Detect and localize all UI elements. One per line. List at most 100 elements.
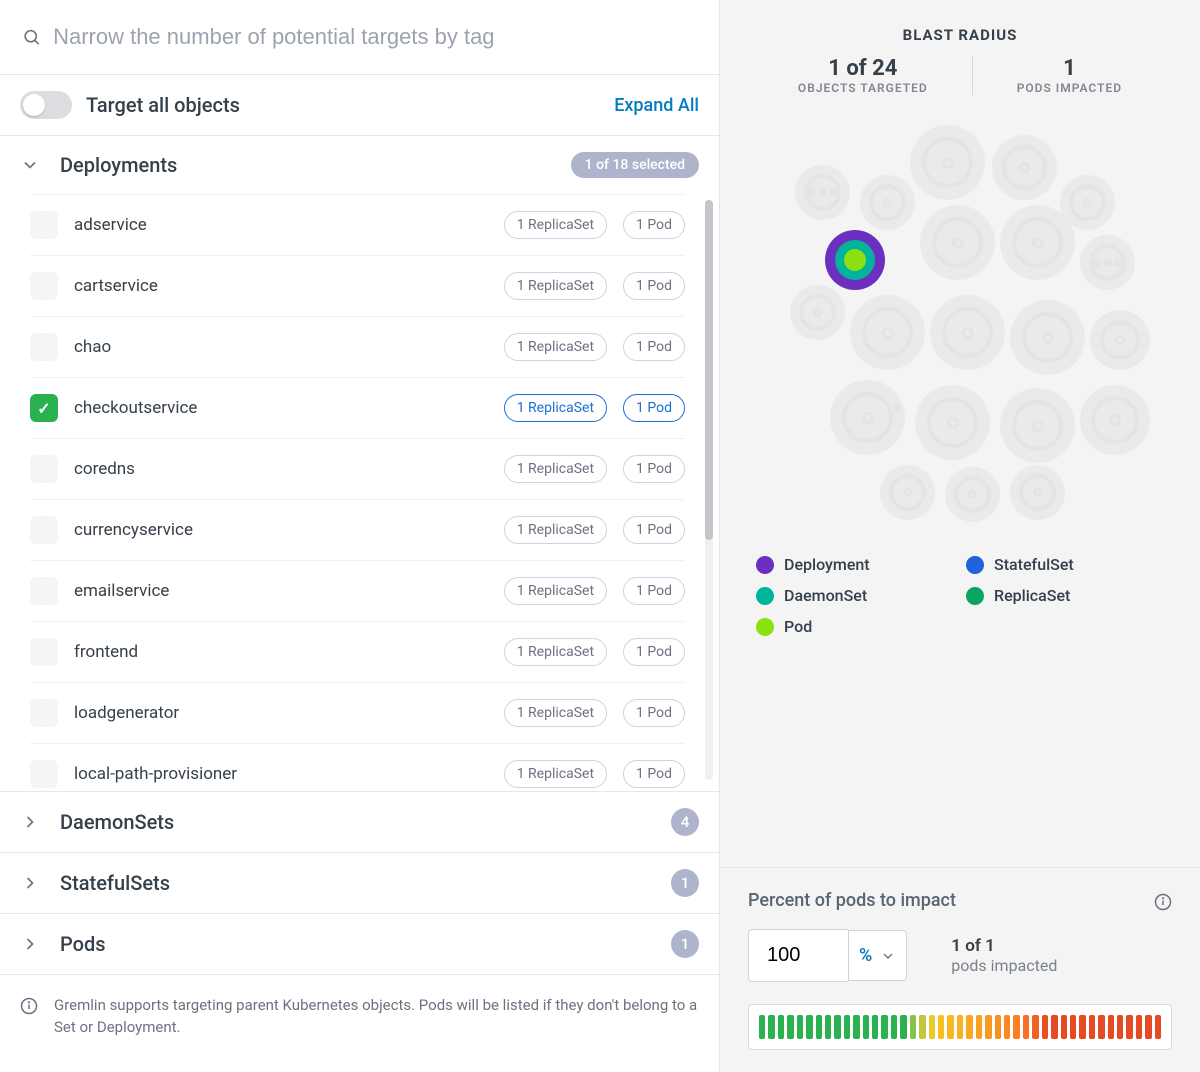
legend-label: ReplicaSet — [994, 586, 1070, 605]
deployments-section-header[interactable]: Deployments 1 of 18 selected — [0, 136, 719, 194]
checkbox[interactable] — [30, 455, 58, 483]
gradient-segment — [863, 1015, 869, 1039]
pod-tag: 1 Pod — [623, 760, 685, 788]
viz-node — [1010, 465, 1065, 520]
checkbox[interactable] — [30, 516, 58, 544]
expand-all-link[interactable]: Expand All — [614, 95, 699, 116]
pods-impacted-stat: 1 PODS IMPACTED — [973, 56, 1166, 95]
item-name: adservice — [74, 215, 488, 235]
item-name: currencyservice — [74, 520, 488, 540]
info-icon — [20, 997, 38, 1015]
gradient-segment — [1042, 1015, 1048, 1039]
chevron-right-icon — [20, 934, 40, 954]
list-item: cartservice 1 ReplicaSet 1 Pod — [30, 256, 685, 317]
gradient-segment — [1023, 1015, 1029, 1039]
pod-tag: 1 Pod — [623, 516, 685, 544]
legend-label: Deployment — [784, 555, 870, 574]
legend-label: DaemonSet — [784, 586, 867, 605]
gradient-segment — [929, 1015, 935, 1039]
search-input[interactable] — [53, 24, 697, 50]
checkbox[interactable] — [30, 638, 58, 666]
impact-label: Percent of pods to impact — [748, 890, 1154, 911]
gradient-segment — [778, 1015, 784, 1039]
list-item: coredns 1 ReplicaSet 1 Pod — [30, 439, 685, 500]
gradient-segment — [919, 1015, 925, 1039]
count-badge: 1 — [671, 930, 699, 958]
scrollbar[interactable] — [705, 200, 713, 780]
stat-label: OBJECTS TARGETED — [798, 81, 928, 95]
gradient-segment — [1108, 1015, 1114, 1039]
legend-item: DaemonSet — [756, 586, 906, 605]
info-icon[interactable] — [1154, 893, 1172, 911]
gradient-segment — [910, 1015, 916, 1039]
pod-tag: 1 Pod — [623, 211, 685, 239]
stat-number: 1 of 24 — [798, 56, 928, 81]
checkbox[interactable] — [30, 577, 58, 605]
item-name: checkoutservice — [74, 398, 488, 418]
legend: Deployment StatefulSet DaemonSet Replica… — [720, 535, 1200, 656]
impact-result-label: pods impacted — [951, 956, 1057, 975]
gradient-segment — [1155, 1015, 1161, 1039]
impact-unit-select[interactable]: % — [848, 930, 907, 981]
impact-result-num: 1 of 1 — [951, 936, 1057, 956]
replicaset-tag: 1 ReplicaSet — [504, 394, 607, 422]
gradient-segment — [816, 1015, 822, 1039]
replicaset-tag: 1 ReplicaSet — [504, 272, 607, 300]
gradient-segment — [872, 1015, 878, 1039]
impact-result: 1 of 1 pods impacted — [951, 936, 1057, 975]
viz-node — [860, 175, 915, 230]
gradient-segment — [966, 1015, 972, 1039]
selected-badge: 1 of 18 selected — [571, 152, 699, 178]
legend-dot — [966, 587, 984, 605]
legend-dot — [756, 556, 774, 574]
legend-dot — [756, 587, 774, 605]
gradient-segment — [995, 1015, 1001, 1039]
gradient-segment — [1004, 1015, 1010, 1039]
daemonsets-section-header[interactable]: DaemonSets 4 — [0, 791, 719, 852]
search-bar — [0, 0, 719, 75]
viz-node — [920, 205, 995, 280]
checkbox[interactable] — [30, 699, 58, 727]
stat-label: PODS IMPACTED — [1017, 81, 1122, 95]
legend-label: StatefulSet — [994, 555, 1074, 574]
blast-radius-header: BLAST RADIUS — [720, 0, 1200, 56]
gradient-segment — [1126, 1015, 1132, 1039]
gradient-segment — [1070, 1015, 1076, 1039]
impact-value-input[interactable] — [748, 929, 848, 982]
gradient-segment — [1089, 1015, 1095, 1039]
gradient-segment — [759, 1015, 765, 1039]
checkbox[interactable] — [30, 760, 58, 788]
viz-node — [1000, 388, 1075, 463]
blast-radius-viz — [720, 115, 1200, 535]
viz-node — [1010, 300, 1085, 375]
list-item: currencyservice 1 ReplicaSet 1 Pod — [30, 500, 685, 561]
legend-item: Pod — [756, 617, 906, 636]
gradient-segment — [957, 1015, 963, 1039]
chevron-down-icon — [880, 948, 896, 964]
gradient-segment — [787, 1015, 793, 1039]
checkbox[interactable] — [30, 394, 58, 422]
stats-row: 1 of 24 OBJECTS TARGETED 1 PODS IMPACTED — [720, 56, 1200, 95]
info-text: Gremlin supports targeting parent Kubern… — [54, 995, 699, 1039]
gradient-segment — [985, 1015, 991, 1039]
statefulsets-section-header[interactable]: StatefulSets 1 — [0, 852, 719, 913]
viz-node — [850, 295, 925, 370]
impact-gradient-bar — [748, 1004, 1172, 1050]
item-name: chao — [74, 337, 488, 357]
checkbox[interactable] — [30, 272, 58, 300]
viz-node — [795, 165, 850, 220]
viz-node — [910, 125, 985, 200]
checkbox[interactable] — [30, 211, 58, 239]
target-all-toggle[interactable] — [20, 91, 72, 119]
search-icon — [22, 27, 41, 47]
gradient-segment — [1079, 1015, 1085, 1039]
legend-dot — [756, 618, 774, 636]
gradient-segment — [806, 1015, 812, 1039]
pods-section-header[interactable]: Pods 1 — [0, 913, 719, 974]
replicaset-tag: 1 ReplicaSet — [504, 760, 607, 788]
chevron-right-icon — [20, 812, 40, 832]
gradient-segment — [891, 1015, 897, 1039]
viz-node — [890, 400, 902, 412]
checkbox[interactable] — [30, 333, 58, 361]
count-badge: 4 — [671, 808, 699, 836]
